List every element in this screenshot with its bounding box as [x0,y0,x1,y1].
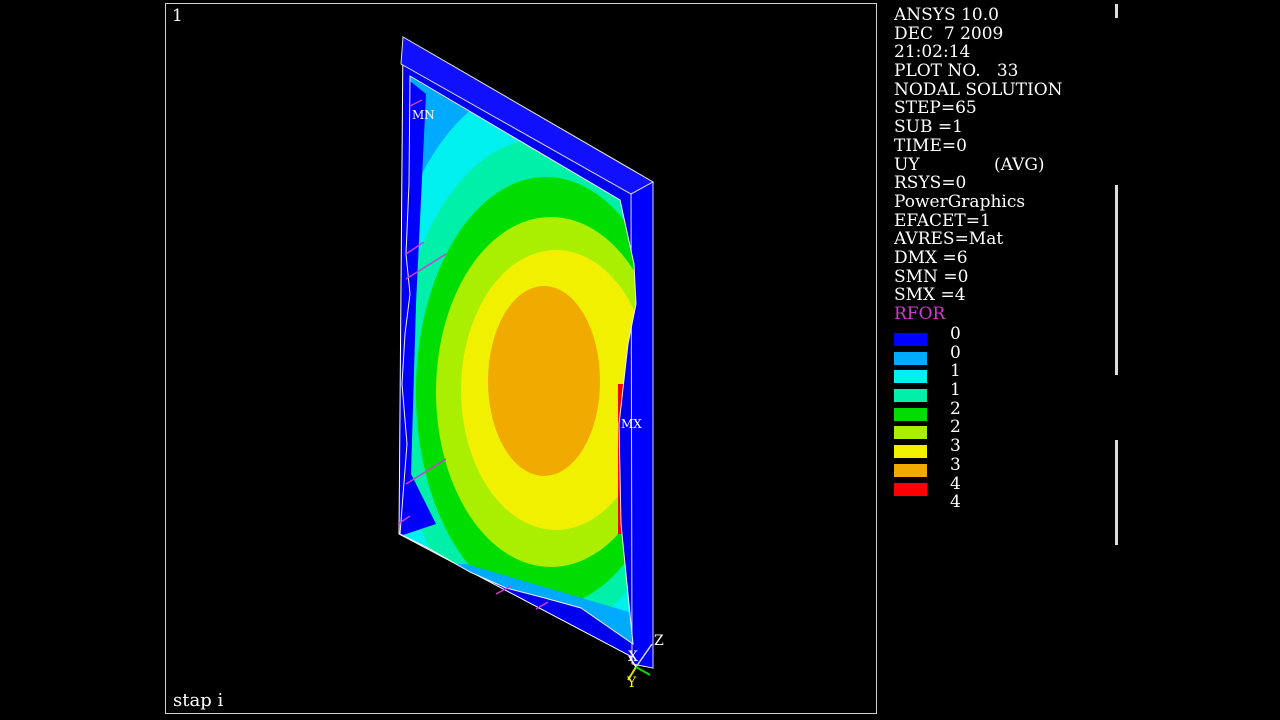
legend-label: 3 [950,454,961,475]
legend-swatch [894,482,927,496]
legend-label: 2 [950,417,961,438]
contour-plot [397,36,655,681]
legend-label: 0 [950,342,961,363]
result-component-line: UY (AVG) [894,154,1134,175]
window-edge-mark [1115,440,1118,545]
info-line: PowerGraphics [894,191,1026,212]
window-edge-mark [1115,185,1118,375]
info-line: 21:02:14 [894,42,971,63]
window-edge-mark [1115,4,1118,18]
info-line: SMX =4 [894,285,966,306]
info-line: DEC 7 2009 [894,23,1004,44]
legend-label: 1 [950,361,961,382]
legend-swatch [894,333,927,346]
result-average: (AVG) [994,154,1045,175]
legend-swatch [894,389,927,403]
graphics-window[interactable]: 1 MN MX Z X Y stap i [165,3,877,714]
legend-label: 1 [950,380,961,401]
triad-z-label: Z [654,633,664,649]
result-component: UY [894,154,920,175]
legend-swatch [894,351,927,365]
info-line: SUB =1 [894,117,963,138]
triad-x-label: X [628,649,638,665]
legend-swatch [894,407,927,421]
info-line: EFACET=1 [894,210,991,231]
info-line: NODAL SOLUTION [894,79,1063,100]
legend-swatch [894,463,927,477]
info-line: STEP=65 [894,98,977,119]
max-marker: MX [621,417,642,431]
info-line: DMX =6 [894,247,968,268]
info-line: PLOT NO. 33 [894,61,1019,82]
info-line: SMN =0 [894,266,969,287]
info-line: AVRES=Mat [894,229,1004,250]
legend-label: 4 [950,492,961,513]
legend-label: 4 [950,473,961,494]
legend-swatch [894,370,927,384]
info-line: TIME=0 [894,135,967,156]
reaction-force-label: RFOR [894,304,946,324]
legend-swatch [894,426,927,440]
legend-swatch [894,445,927,459]
info-line: RSYS=0 [894,173,967,194]
legend-label: 0 [950,324,961,344]
legend-label: 2 [950,398,961,419]
triad-y-label: Y [627,675,637,691]
info-line: ANSYS 10.0 [894,5,999,25]
plot-title: stap i [173,690,224,711]
info-panel: ANSYS 10.0 DEC 7 2009 21:02:14 PLOT NO. … [894,6,1134,324]
legend-label: 3 [950,436,961,457]
min-marker: MN [412,108,435,122]
